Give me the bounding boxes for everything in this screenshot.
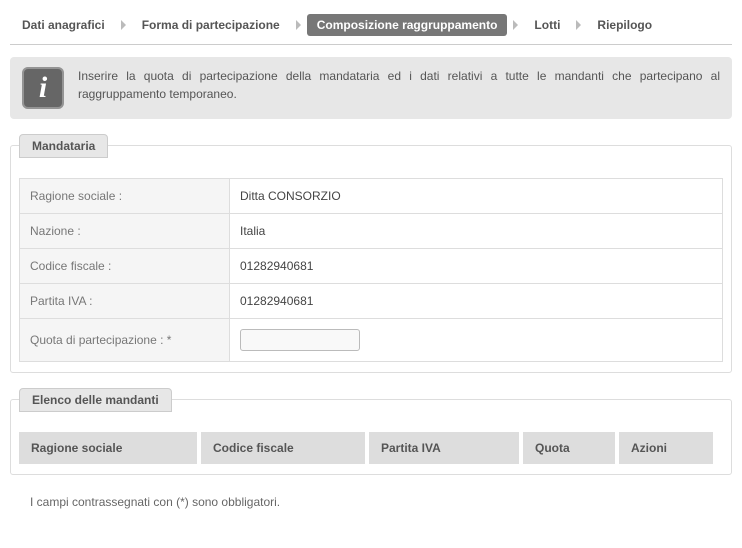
info-icon: i: [22, 67, 64, 109]
row-nazione: Nazione : Italia: [20, 214, 723, 249]
value-nazione: Italia: [230, 214, 723, 249]
step-composizione-raggruppamento[interactable]: Composizione raggruppamento: [307, 14, 508, 36]
value-partita-iva: 01282940681: [230, 284, 723, 319]
label-nazione: Nazione :: [20, 214, 230, 249]
col-quota: Quota: [523, 432, 615, 464]
label-partita-iva: Partita IVA :: [20, 284, 230, 319]
legend-mandanti: Elenco delle mandanti: [19, 388, 172, 412]
col-azioni: Azioni: [619, 432, 713, 464]
info-box: i Inserire la quota di partecipazione de…: [10, 57, 732, 119]
label-ragione-sociale: Ragione sociale :: [20, 179, 230, 214]
col-ragione-sociale: Ragione sociale: [19, 432, 197, 464]
chevron-right-icon: [296, 20, 301, 30]
value-codice-fiscale: 01282940681: [230, 249, 723, 284]
label-quota: Quota di partecipazione : *: [20, 319, 230, 362]
chevron-right-icon: [513, 20, 518, 30]
step-dati-anagrafici[interactable]: Dati anagrafici: [12, 14, 115, 36]
info-text: Inserire la quota di partecipazione dell…: [78, 67, 720, 103]
col-partita-iva: Partita IVA: [369, 432, 519, 464]
panel-mandanti: Elenco delle mandanti Ragione sociale Co…: [10, 399, 732, 475]
row-quota: Quota di partecipazione : *: [20, 319, 723, 362]
step-forma-partecipazione[interactable]: Forma di partecipazione: [132, 14, 290, 36]
cell-quota: [230, 319, 723, 362]
breadcrumb: Dati anagrafici Forma di partecipazione …: [10, 8, 732, 45]
row-partita-iva: Partita IVA : 01282940681: [20, 284, 723, 319]
chevron-right-icon: [121, 20, 126, 30]
legend-mandataria: Mandataria: [19, 134, 108, 158]
label-codice-fiscale: Codice fiscale :: [20, 249, 230, 284]
value-ragione-sociale: Ditta CONSORZIO: [230, 179, 723, 214]
row-ragione-sociale: Ragione sociale : Ditta CONSORZIO: [20, 179, 723, 214]
step-riepilogo[interactable]: Riepilogo: [587, 14, 662, 36]
step-lotti[interactable]: Lotti: [524, 14, 570, 36]
required-fields-note: I campi contrassegnati con (*) sono obbl…: [30, 495, 728, 509]
table-mandataria: Ragione sociale : Ditta CONSORZIO Nazion…: [19, 178, 723, 362]
panel-mandataria: Mandataria Ragione sociale : Ditta CONSO…: [10, 145, 732, 373]
chevron-right-icon: [576, 20, 581, 30]
col-codice-fiscale: Codice fiscale: [201, 432, 365, 464]
quota-input[interactable]: [240, 329, 360, 351]
row-codice-fiscale: Codice fiscale : 01282940681: [20, 249, 723, 284]
table-mandanti-header: Ragione sociale Codice fiscale Partita I…: [19, 432, 723, 464]
